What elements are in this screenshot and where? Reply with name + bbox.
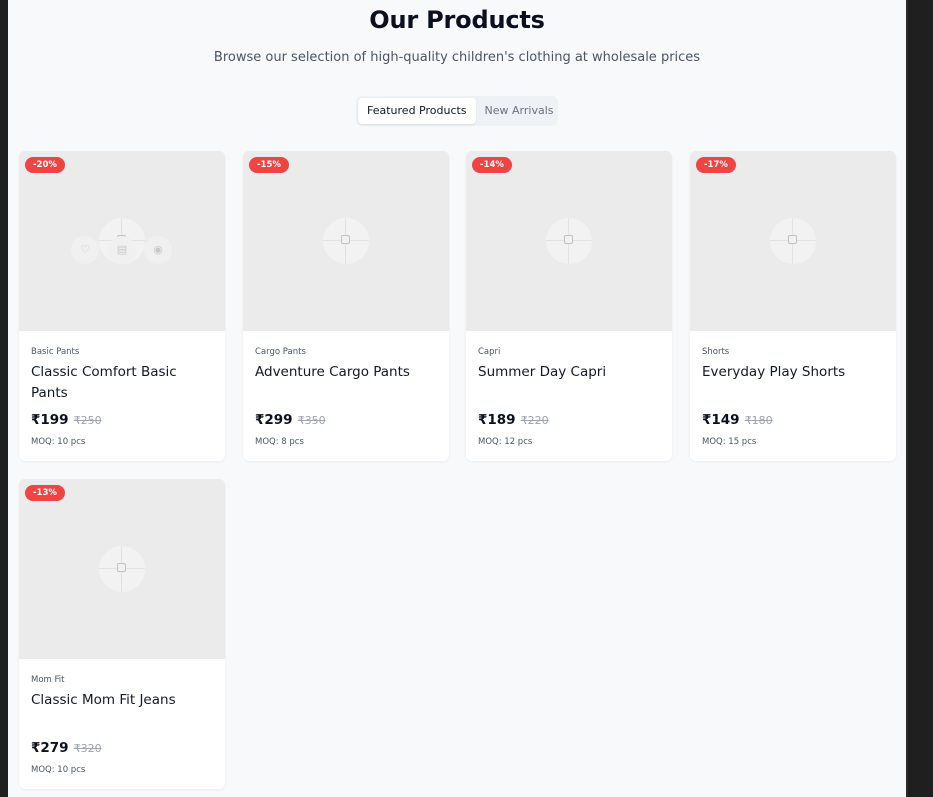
product-moq: MOQ: 10 pcs xyxy=(31,437,86,447)
sale-price: ₹199 xyxy=(31,412,69,428)
scrollbar[interactable] xyxy=(906,0,908,797)
original-price: ₹250 xyxy=(73,414,102,427)
product-moq: MOQ: 8 pcs xyxy=(255,437,304,447)
product-category: Basic Pants xyxy=(31,347,80,357)
product-tabs: Featured Products New Arrivals xyxy=(356,96,558,126)
discount-badge: -14% xyxy=(472,157,512,173)
product-moq: MOQ: 10 pcs xyxy=(31,765,86,775)
discount-badge: -17% xyxy=(696,157,736,173)
sale-price: ₹149 xyxy=(702,412,740,428)
original-price: ₹220 xyxy=(520,414,549,427)
image-placeholder-icon xyxy=(323,218,369,264)
product-name[interactable]: Classic Mom Fit Jeans xyxy=(31,690,217,711)
product-name[interactable]: Everyday Play Shorts xyxy=(702,362,888,383)
product-category: Shorts xyxy=(702,347,730,357)
product-card[interactable]: -20% ♡ ▤ ◉ Basic Pants Classic Comfort B… xyxy=(19,151,225,461)
editor-right-rail xyxy=(906,0,933,797)
tab-new-arrivals[interactable]: New Arrivals xyxy=(476,98,563,124)
product-price: ₹299 ₹350 xyxy=(255,412,326,428)
product-card[interactable]: -14% Capri Summer Day Capri ₹189 ₹220 MOQ… xyxy=(466,151,672,461)
tab-featured-products[interactable]: Featured Products xyxy=(358,98,476,124)
image-placeholder-icon xyxy=(770,218,816,264)
product-card[interactable]: -15% Cargo Pants Adventure Cargo Pants ₹… xyxy=(243,151,449,461)
discount-badge: -13% xyxy=(25,485,65,501)
sale-price: ₹189 xyxy=(478,412,516,428)
product-name[interactable]: Summer Day Capri xyxy=(478,362,664,383)
product-image: -17% xyxy=(690,151,896,331)
product-card[interactable]: -17% Shorts Everyday Play Shorts ₹149 ₹18… xyxy=(690,151,896,461)
image-placeholder-icon xyxy=(546,218,592,264)
discount-badge: -20% xyxy=(25,157,65,173)
product-card[interactable]: -13% Mom Fit Classic Mom Fit Jeans ₹279 ₹… xyxy=(19,479,225,789)
product-price: ₹279 ₹320 xyxy=(31,740,102,756)
original-price: ₹350 xyxy=(297,414,326,427)
product-category: Mom Fit xyxy=(31,675,65,685)
sale-price: ₹299 xyxy=(255,412,293,428)
product-image: -15% xyxy=(243,151,449,331)
sale-price: ₹279 xyxy=(31,740,69,756)
original-price: ₹180 xyxy=(744,414,773,427)
product-image: -20% ♡ ▤ ◉ xyxy=(19,151,225,331)
discount-badge: -15% xyxy=(249,157,289,173)
original-price: ₹320 xyxy=(73,742,102,755)
product-price: ₹199 ₹250 xyxy=(31,412,102,428)
product-moq: MOQ: 12 pcs xyxy=(478,437,533,447)
product-category: Capri xyxy=(478,347,501,357)
add-to-cart-icon[interactable]: ▤ xyxy=(108,236,136,264)
quick-view-icon[interactable]: ◉ xyxy=(144,236,172,264)
editor-left-rail xyxy=(0,0,8,797)
page-title: Our Products xyxy=(369,6,545,34)
product-name[interactable]: Classic Comfort Basic Pants xyxy=(31,362,217,404)
image-placeholder-icon xyxy=(99,546,145,592)
product-price: ₹149 ₹180 xyxy=(702,412,773,428)
product-category: Cargo Pants xyxy=(255,347,306,357)
page-viewport: Our Products Browse our selection of hig… xyxy=(8,0,906,797)
page-subtitle: Browse our selection of high-quality chi… xyxy=(213,50,701,65)
product-moq: MOQ: 15 pcs xyxy=(702,437,757,447)
product-image: -14% xyxy=(466,151,672,331)
product-name[interactable]: Adventure Cargo Pants xyxy=(255,362,441,383)
product-price: ₹189 ₹220 xyxy=(478,412,549,428)
product-image: -13% xyxy=(19,479,225,659)
wishlist-icon[interactable]: ♡ xyxy=(71,236,99,264)
